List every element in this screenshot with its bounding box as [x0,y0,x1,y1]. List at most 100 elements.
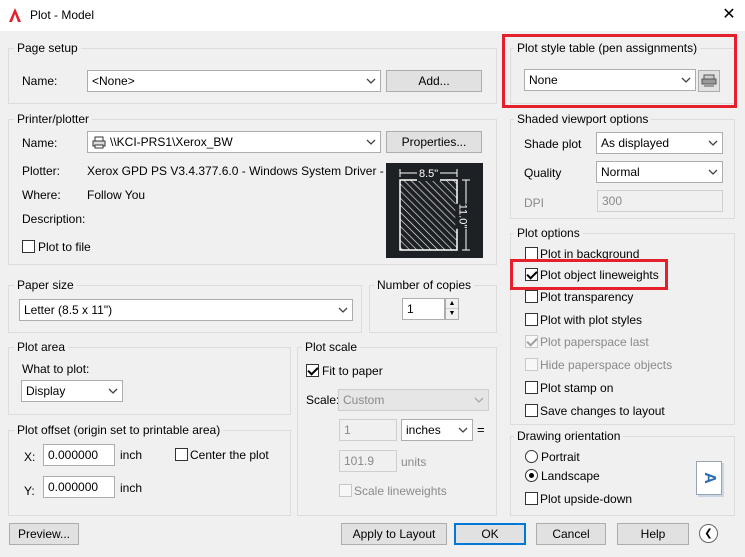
offset-x-input[interactable]: 0.000000 [43,444,115,466]
description-label: Description: [22,212,86,226]
copies-input[interactable]: 1 [402,298,445,320]
what-to-plot-value: Display [26,384,66,398]
collapse-options-icon[interactable]: ❮ [699,524,718,543]
scale-value1-input[interactable]: 1 [339,419,397,441]
plot-paperspace-last-label: Plot paperspace last [540,335,649,349]
fit-to-paper-label: Fit to paper [322,364,383,378]
plot-stamp-on-label: Plot stamp on [540,381,614,395]
plot-stamp-on-checkbox[interactable] [525,381,538,394]
offset-x-label: X: [24,450,36,464]
properties-button[interactable]: Properties... [386,131,482,153]
plot-object-lineweights-checkbox[interactable] [525,268,538,281]
shade-plot-value: As displayed [601,136,670,150]
shaded-legend: Shaded viewport options [514,112,652,126]
hide-paperspace-objects-checkbox[interactable] [525,358,538,371]
preview-height-label: 11.0" [455,203,470,229]
chevron-down-icon [366,78,376,84]
printer-name-select[interactable]: \\KCI-PRS1\Xerox_BW [87,131,381,153]
plot-with-plot-styles-checkbox[interactable] [525,313,538,326]
chevron-down-icon [474,397,484,403]
add-button[interactable]: Add... [386,70,482,92]
scale-equals-label: = [477,422,485,437]
chevron-down-icon [708,140,718,146]
landscape-label: Landscape [541,469,600,483]
page-setup-legend: Page setup [14,41,81,55]
close-icon[interactable]: ✕ [719,5,739,25]
printer-icon [92,136,106,149]
plot-style-select[interactable]: None [524,69,696,91]
offset-y-label: Y: [24,484,35,498]
scale-unit-select[interactable]: inches [401,419,473,441]
scale-select[interactable]: Custom [338,389,489,411]
plot-upside-down-label: Plot upside-down [540,492,633,506]
scale-unit-value: inches [406,423,441,437]
save-changes-to-layout-checkbox[interactable] [525,404,538,417]
plot-paperspace-last-checkbox[interactable] [525,335,538,348]
scale-value: Custom [343,393,385,407]
chevron-down-icon [366,139,376,145]
plot-transparency-checkbox[interactable] [525,290,538,303]
preview-width-label: 8.5" [417,167,441,181]
center-plot-label: Center the plot [190,448,269,462]
plot-scale-legend: Plot scale [302,340,361,354]
scale-lineweights-checkbox[interactable] [339,484,352,497]
edit-plot-style-button[interactable] [698,70,720,92]
fit-to-paper-checkbox[interactable] [306,364,319,377]
what-to-plot-label: What to plot: [22,362,90,376]
chevron-down-icon [338,307,348,313]
spin-up-icon[interactable]: ▲ [446,299,458,309]
quality-value: Normal [601,165,640,179]
plot-options-group [510,233,735,425]
plot-style-legend: Plot style table (pen assignments) [514,41,701,55]
offset-x-unit: inch [120,448,143,462]
copies-legend: Number of copies [374,278,475,292]
plotter-value: Xerox GPD PS V3.4.377.6.0 - Windows Syst… [87,164,398,178]
plot-options-legend: Plot options [514,226,583,240]
printer-name-value: \\KCI-PRS1\Xerox_BW [110,135,233,149]
plot-to-file-label: Plot to file [38,240,91,254]
what-to-plot-select[interactable]: Display [21,380,123,402]
page-setup-name-value: <None> [92,74,135,88]
plot-style-value: None [529,73,558,87]
scale-label: Scale: [306,393,340,407]
portrait-radio[interactable] [525,450,538,463]
help-button[interactable]: Help [617,523,689,545]
title-bar [0,0,745,31]
orientation-letter: A [700,472,718,484]
apply-to-layout-button[interactable]: Apply to Layout [341,523,447,545]
scale-value2-input[interactable]: 101.9 [339,450,397,472]
plot-in-background-label: Plot in background [540,247,640,261]
plot-object-lineweights-label: Plot object lineweights [540,268,659,282]
ok-button[interactable]: OK [454,523,526,545]
quality-select[interactable]: Normal [596,161,723,183]
plot-to-file-checkbox[interactable] [22,240,35,253]
copies-spinner[interactable]: ▲ ▼ [445,298,459,320]
quality-label: Quality [524,166,562,180]
where-value: Follow You [87,188,146,202]
window-title: Plot - Model [30,8,95,22]
spin-down-icon[interactable]: ▼ [446,309,458,319]
printer-name-label: Name: [22,136,58,150]
paper-size-select[interactable]: Letter (8.5 x 11") [19,299,353,321]
orientation-legend: Drawing orientation [514,429,624,443]
center-plot-checkbox[interactable] [175,448,188,461]
page-setup-name-select[interactable]: <None> [87,70,381,92]
save-changes-to-layout-label: Save changes to layout [540,404,665,418]
plot-area-legend: Plot area [14,340,69,354]
plotter-label: Plotter: [22,164,61,178]
plot-in-background-checkbox[interactable] [525,247,538,260]
plot-upside-down-checkbox[interactable] [525,492,538,505]
cancel-button[interactable]: Cancel [536,523,606,545]
chevron-down-icon [458,427,468,433]
plot-offset-legend: Plot offset (origin set to printable are… [14,423,224,437]
scale-units-label: units [401,455,427,469]
plot-style-editor-icon [701,74,717,87]
hide-paperspace-objects-label: Hide paperspace objects [540,358,673,372]
preview-button[interactable]: Preview... [9,523,79,545]
dpi-input[interactable]: 300 [597,190,723,212]
landscape-radio[interactable] [525,469,538,482]
offset-y-input[interactable]: 0.000000 [43,476,115,498]
page-setup-name-label: Name: [22,74,58,88]
chevron-down-icon [681,77,691,83]
shade-plot-select[interactable]: As displayed [596,132,723,154]
